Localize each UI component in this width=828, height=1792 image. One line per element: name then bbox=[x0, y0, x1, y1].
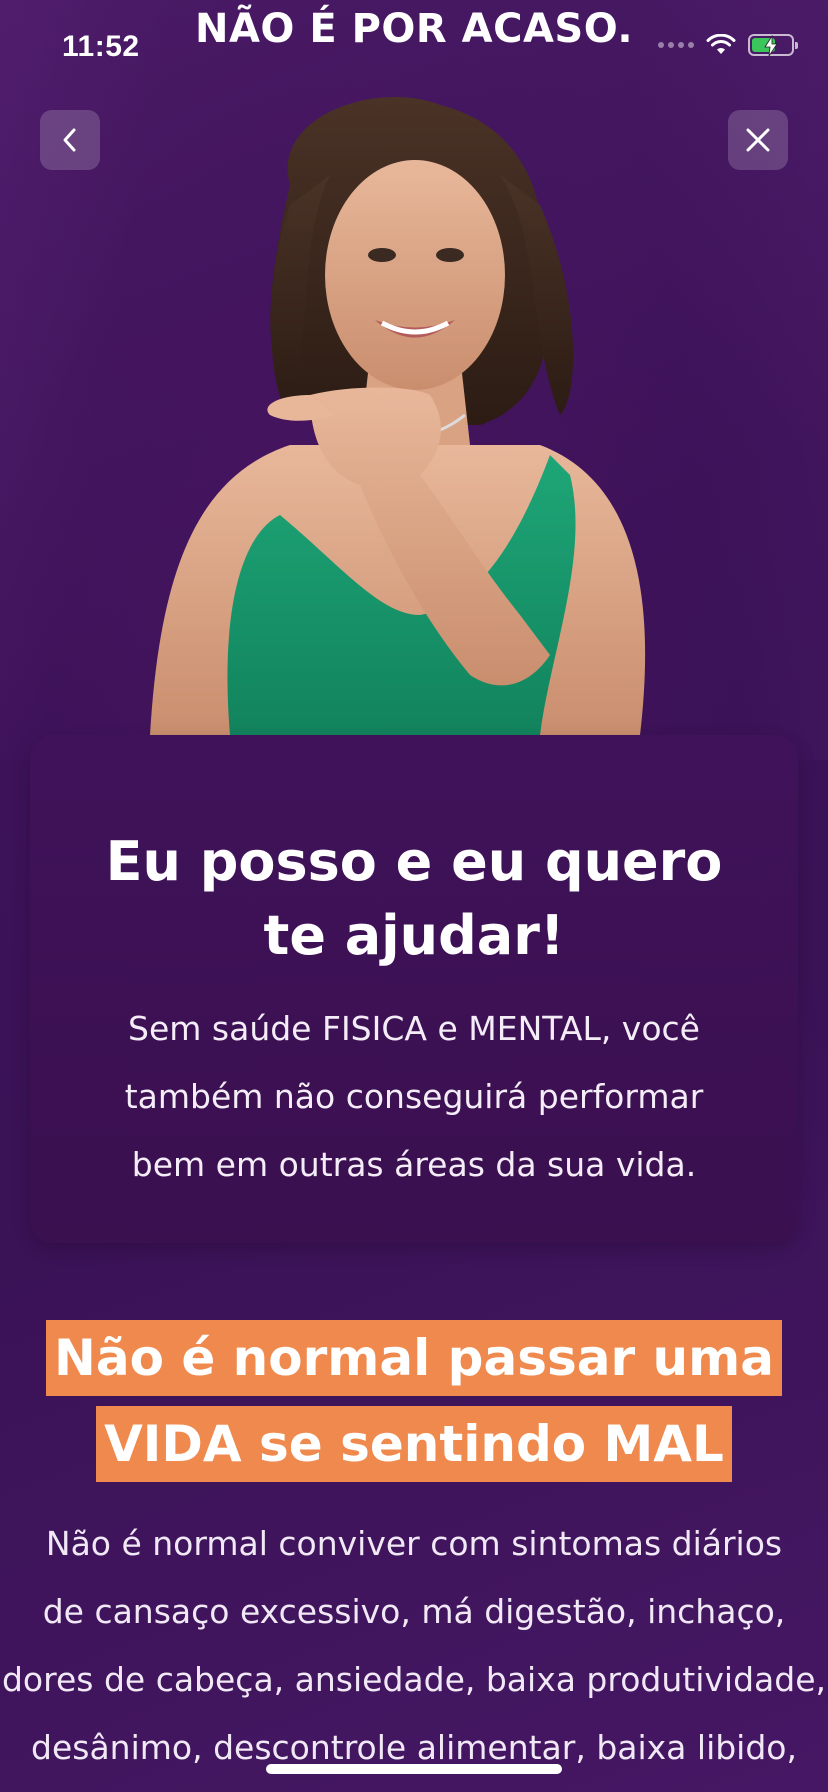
battery-icon bbox=[748, 34, 798, 57]
help-card: Eu posso e eu quero te ajudar! Sem saúde… bbox=[30, 735, 798, 1243]
woman-pointing-photo bbox=[150, 96, 646, 735]
card-body-line: bem em outras áreas da sua vida. bbox=[131, 1145, 697, 1184]
highlight-line-2: VIDA se sentindo MAL bbox=[96, 1406, 732, 1482]
hero-photo bbox=[120, 95, 710, 735]
card-body: Sem saúde FISICA e MENTAL, você também n… bbox=[30, 995, 798, 1199]
status-icons bbox=[658, 34, 798, 57]
paragraph-line: dores de cabeça, ansiedade, baixa produt… bbox=[1, 1660, 826, 1699]
paragraph-line: Não é normal conviver com sintomas diári… bbox=[45, 1524, 783, 1563]
card-body-line: Sem saúde FISICA e MENTAL, você bbox=[128, 1009, 700, 1048]
close-icon bbox=[746, 128, 770, 152]
back-button[interactable] bbox=[40, 110, 100, 170]
paragraph-line: de cansaço excessivo, má digestão, incha… bbox=[42, 1592, 786, 1631]
chevron-left-icon bbox=[63, 128, 76, 152]
symptoms-paragraph: Não é normal conviver com sintomas diári… bbox=[0, 1510, 828, 1782]
wifi-icon bbox=[706, 34, 736, 54]
card-title: Eu posso e eu quero te ajudar! bbox=[105, 830, 723, 967]
card-body-line: também não conseguirá performar bbox=[124, 1077, 704, 1116]
signal-icon bbox=[658, 42, 694, 48]
highlight-line-1: Não é normal passar uma bbox=[46, 1320, 782, 1396]
highlight-heading: Não é normal passar uma VIDA se sentindo… bbox=[0, 1320, 828, 1482]
home-indicator[interactable] bbox=[266, 1764, 562, 1774]
charging-bolt-icon bbox=[764, 35, 778, 57]
close-button[interactable] bbox=[728, 110, 788, 170]
